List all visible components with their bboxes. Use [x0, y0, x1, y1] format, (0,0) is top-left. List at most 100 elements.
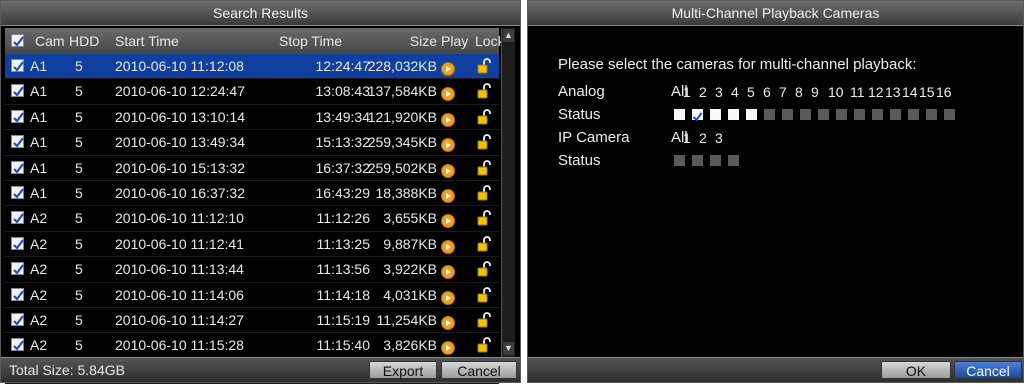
table-row[interactable]: A1 5 2010-06-10 13:49:34 15:13:32 259,345KB [5, 130, 499, 158]
analog-channel-checkbox[interactable] [674, 109, 685, 120]
cell-size: 3,655KB [383, 210, 437, 227]
cell-stop-time: 11:12:26 [316, 210, 370, 227]
analog-channel-number: 9 [811, 84, 819, 100]
header-play[interactable]: Play [441, 28, 468, 54]
analog-channel-number: 13 [885, 84, 901, 100]
lock-icon[interactable] [475, 82, 493, 107]
ip-channel-checkbox[interactable] [674, 155, 685, 166]
lock-icon[interactable] [475, 311, 493, 336]
table-row[interactable]: A2 5 2010-06-10 11:14:06 11:14:18 4,031KB [5, 283, 499, 308]
analog-channel-checkbox[interactable] [926, 109, 937, 120]
scroll-up-icon[interactable]: ▲ [503, 29, 514, 42]
table-header: Cam HDD Start Time Stop Time Size Play L… [5, 28, 501, 54]
cell-hdd: 5 [75, 159, 83, 176]
row-checkbox-icon[interactable] [11, 84, 24, 98]
export-button[interactable]: Export [369, 361, 437, 379]
lock-icon[interactable] [475, 260, 493, 285]
lock-icon[interactable] [475, 209, 493, 234]
header-stop-time[interactable]: Stop Time [279, 28, 342, 54]
table-row[interactable]: A1 5 2010-06-10 12:24:47 13:08:43 137,584KB [5, 79, 499, 107]
cell-hdd: 5 [75, 311, 83, 328]
header-size[interactable]: Size [365, 28, 437, 54]
analog-channel-checkbox[interactable] [692, 109, 703, 122]
header-cam[interactable]: Cam [35, 28, 65, 54]
analog-channel-checkbox[interactable] [854, 109, 865, 120]
analog-channel-checkbox[interactable] [728, 109, 739, 120]
analog-channel-number: 6 [763, 84, 771, 100]
cell-stop-time: 16:43:29 [315, 184, 371, 201]
cell-hdd: 5 [75, 286, 83, 303]
table-row[interactable]: A1 5 2010-06-10 16:37:32 16:43:29 18,388KB [5, 181, 499, 209]
row-checkbox-icon[interactable] [11, 287, 24, 301]
row-checkbox-icon[interactable] [11, 312, 24, 326]
table-row[interactable]: A1 5 2010-06-10 13:10:14 13:49:34 121,920KB [5, 105, 499, 133]
analog-channel-checkbox[interactable] [836, 109, 847, 120]
row-checkbox-icon[interactable] [11, 109, 24, 123]
lock-icon[interactable] [475, 133, 493, 158]
analog-channel-checkbox[interactable] [710, 109, 721, 120]
lock-icon[interactable] [475, 235, 493, 260]
row-checkbox-icon[interactable] [11, 338, 24, 352]
table-row[interactable]: A2 5 2010-06-10 11:14:27 11:15:19 11,254KB [5, 308, 499, 336]
cell-size: 3,826KB [383, 337, 437, 354]
analog-label: Analog [558, 83, 605, 100]
cell-hdd: 5 [75, 210, 83, 227]
table-row[interactable]: A1 5 2010-06-10 15:13:32 16:37:32 259,502KB [5, 156, 499, 181]
lock-icon[interactable] [475, 184, 493, 209]
lock-icon[interactable] [475, 57, 493, 82]
header-lock[interactable]: Lock [475, 28, 501, 54]
table-row[interactable]: A2 5 2010-06-10 11:12:10 11:12:26 3,655KB [5, 206, 499, 234]
row-checkbox-icon[interactable] [11, 59, 24, 72]
results-scrollbar[interactable]: ▲ ▼ [501, 28, 515, 358]
header-hdd[interactable]: HDD [69, 28, 103, 54]
analog-channel-checkbox[interactable] [908, 109, 919, 120]
cell-stop-time: 11:13:25 [316, 235, 370, 252]
select-all-checkbox[interactable] [11, 34, 24, 47]
cell-hdd: 5 [75, 235, 83, 252]
table-row[interactable]: A2 5 2010-06-10 11:12:41 11:13:25 9,887KB [5, 232, 499, 260]
cell-cam: A2 [30, 337, 48, 354]
ip-channel-checkbox[interactable] [710, 155, 721, 166]
cell-cam: A2 [30, 235, 48, 252]
cell-stop-time: 13:49:34 [315, 108, 371, 125]
analog-channel-checkbox[interactable] [764, 109, 775, 120]
lock-icon[interactable] [475, 108, 493, 133]
cell-size: 9,887KB [383, 235, 437, 252]
ip-status-label: Status [558, 152, 601, 169]
search-results-panel: Search Results Cam HDD Start Time Stop T… [0, 0, 521, 385]
table-row[interactable]: A2 5 2010-06-10 11:13:44 11:13:56 3,922KB [5, 257, 499, 285]
row-checkbox-icon[interactable] [11, 236, 24, 250]
analog-channel-checkbox[interactable] [872, 109, 883, 120]
scroll-down-icon[interactable]: ▼ [503, 342, 514, 355]
analog-channel-checkbox[interactable] [800, 109, 811, 120]
ok-button[interactable]: OK [881, 361, 951, 379]
playback-cancel-button[interactable]: Cancel [954, 361, 1022, 379]
analog-channel-checkbox[interactable] [944, 109, 955, 120]
analog-channel-checkbox[interactable] [782, 109, 793, 120]
header-start-time[interactable]: Start Time [115, 28, 179, 54]
cell-stop-time: 16:37:32 [315, 159, 371, 176]
analog-channel-number: 14 [902, 84, 918, 100]
row-checkbox-icon[interactable] [11, 211, 24, 225]
ip-channel-checkbox[interactable] [728, 155, 739, 166]
search-cancel-button[interactable]: Cancel [441, 361, 517, 379]
ip-channel-checkbox[interactable] [692, 155, 703, 166]
analog-channel-checkbox[interactable] [746, 109, 757, 120]
analog-channel-number: 11 [850, 84, 865, 100]
lock-icon[interactable] [475, 159, 493, 184]
analog-channel-checkbox[interactable] [890, 109, 901, 120]
cell-start-time: 2010-06-10 11:12:41 [115, 235, 244, 252]
playback-prompt: Please select the cameras for multi-chan… [558, 56, 917, 73]
table-row[interactable]: A1 5 2010-06-10 11:12:08 12:24:47 228,032KB [5, 54, 499, 82]
analog-channel-number: 12 [868, 84, 884, 100]
analog-channel-checkbox[interactable] [818, 109, 829, 120]
cell-hdd: 5 [75, 58, 83, 74]
row-checkbox-icon[interactable] [11, 135, 24, 149]
row-checkbox-icon[interactable] [11, 160, 24, 174]
row-checkbox-icon[interactable] [11, 185, 24, 199]
lock-icon[interactable] [475, 286, 493, 311]
row-checkbox-icon[interactable] [11, 262, 24, 276]
cell-cam: A2 [30, 286, 48, 303]
cell-start-time: 2010-06-10 11:12:08 [115, 58, 244, 74]
table-row[interactable]: A2 5 2010-06-10 11:15:28 11:15:40 3,826KB [5, 333, 499, 359]
